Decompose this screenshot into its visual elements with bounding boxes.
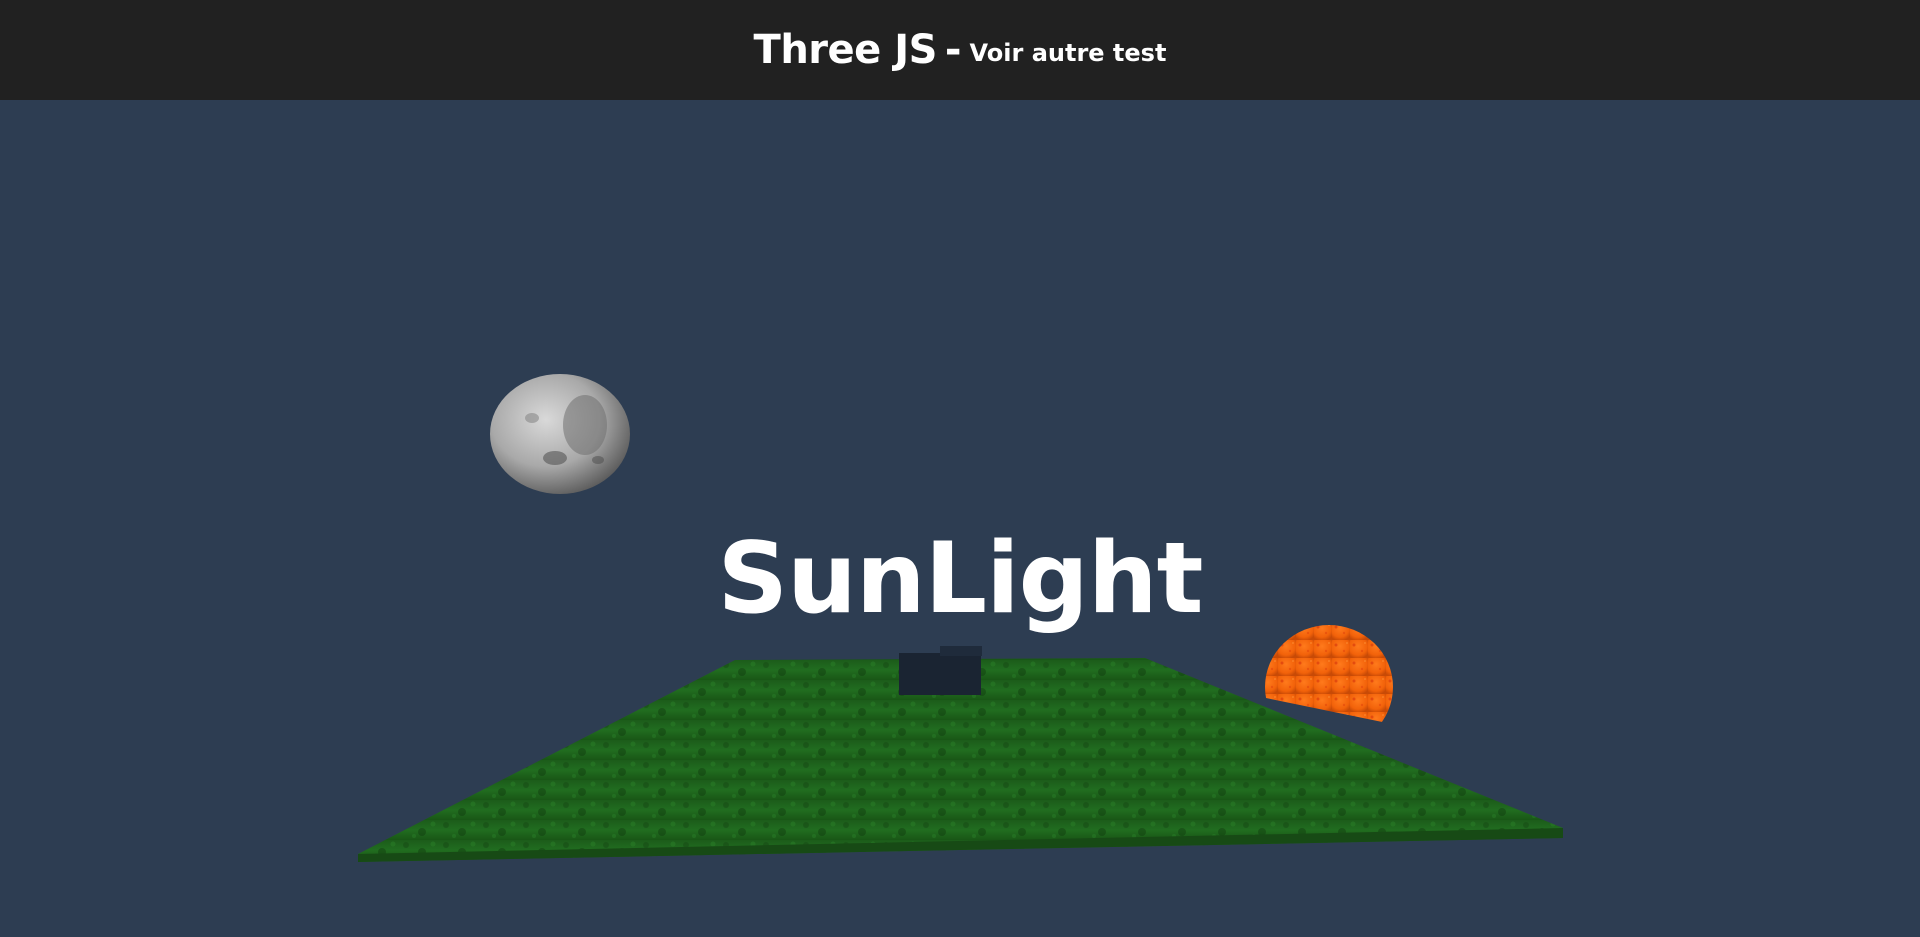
moon-sphere xyxy=(490,374,630,494)
scene-render xyxy=(358,374,1563,862)
scene-heading: SunLight xyxy=(717,522,1204,636)
top-header: Three JS - Voir autre test xyxy=(0,0,1920,100)
title-separator: - xyxy=(944,27,962,73)
threejs-canvas[interactable]: SunLight xyxy=(0,100,1920,937)
app-title: Three JS xyxy=(753,27,938,73)
other-test-link[interactable]: Voir autre test xyxy=(970,39,1167,67)
dark-box xyxy=(899,646,982,695)
